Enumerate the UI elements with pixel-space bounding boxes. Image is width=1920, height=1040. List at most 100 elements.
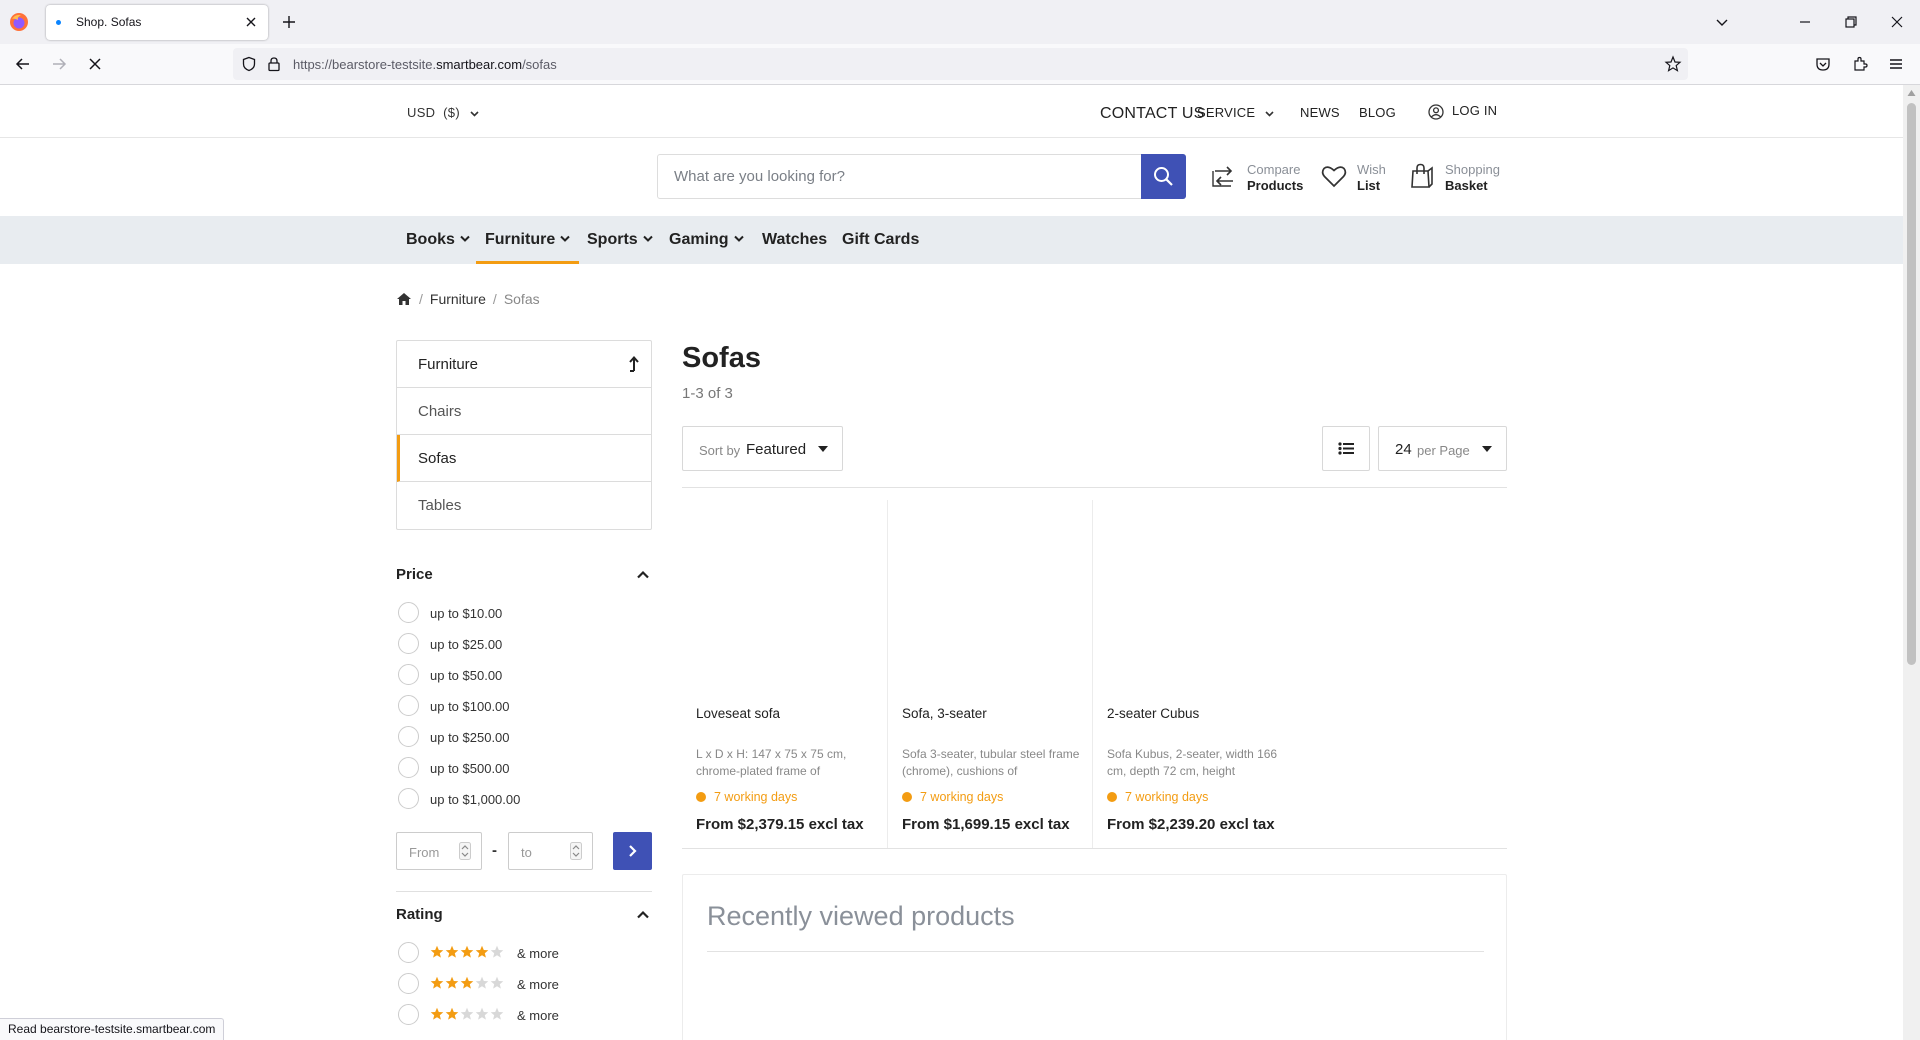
product-card[interactable]: Sofa, 3-seater Sofa 3-seater, tubular st… (887, 500, 1092, 848)
chevron-up-icon[interactable] (636, 570, 650, 579)
radio-button[interactable] (398, 1004, 419, 1025)
tab-close-icon[interactable] (243, 14, 259, 30)
url-text[interactable]: https://bearstore-testsite.smartbear.com… (293, 57, 557, 72)
list-view-button[interactable] (1322, 426, 1370, 471)
product-name[interactable]: Loveseat sofa (696, 706, 780, 721)
radio-button[interactable] (398, 695, 419, 716)
product-card[interactable]: Loveseat sofa L x D x H: 147 x 75 x 75 c… (682, 500, 887, 848)
sidebar-item-chairs[interactable]: Chairs (397, 388, 651, 435)
price-to-input[interactable]: to (508, 832, 593, 870)
product-description: Sofa Kubus, 2-seater, width 166 cm, dept… (1107, 747, 1278, 778)
delivery-status-dot (902, 792, 912, 802)
radio-button[interactable] (398, 633, 419, 654)
sidebar-item-sofas[interactable]: Sofas (397, 435, 651, 482)
star-empty-icon (490, 1007, 504, 1020)
new-tab-icon[interactable] (280, 13, 298, 31)
product-image[interactable] (1107, 500, 1283, 690)
firefox-icon[interactable] (9, 12, 29, 32)
forward-icon[interactable] (50, 55, 68, 73)
spinner-icon[interactable] (570, 842, 582, 860)
stop-loading-icon[interactable] (86, 55, 104, 73)
sort-dropdown[interactable]: Sort by Featured (682, 426, 843, 471)
price-facet-title[interactable]: Price (396, 566, 433, 583)
radio-button[interactable] (398, 973, 419, 994)
product-image[interactable] (902, 500, 1078, 690)
pocket-icon[interactable] (1814, 55, 1832, 73)
extensions-icon[interactable] (1851, 55, 1869, 73)
chevron-up-icon[interactable] (636, 910, 650, 919)
search-button[interactable] (1141, 154, 1186, 199)
star-empty-icon (475, 1007, 489, 1020)
back-icon[interactable] (14, 55, 32, 73)
chevron-down-icon (470, 110, 479, 117)
currency-selector[interactable]: USD ($) (407, 105, 479, 120)
service-label: SERVICE (1197, 105, 1256, 120)
scrollbar-thumb[interactable] (1907, 103, 1916, 665)
radio-button[interactable] (398, 726, 419, 747)
product-name[interactable]: 2-seater Cubus (1107, 706, 1199, 721)
app-menu-icon[interactable] (1887, 55, 1905, 73)
page-scrollbar[interactable] (1903, 85, 1920, 1040)
spinner-icon[interactable] (459, 842, 471, 860)
lock-icon[interactable] (266, 56, 282, 72)
nav-item-books[interactable]: Books (406, 216, 470, 264)
apply-price-button[interactable] (613, 832, 652, 870)
tracking-protection-icon[interactable] (241, 56, 257, 72)
product-name[interactable]: Sofa, 3-seater (902, 706, 987, 721)
category-filter-box: Furniture Chairs Sofas Tables (396, 340, 652, 530)
product-image[interactable] (696, 500, 872, 690)
compare-label-1: Compare (1247, 162, 1301, 177)
delivery-time: 7 working days (902, 790, 1003, 804)
list-all-tabs-icon[interactable] (1713, 13, 1731, 31)
radio-button[interactable] (398, 788, 419, 809)
nav-item-furniture[interactable]: Furniture (475, 216, 580, 264)
star-filled-icon (445, 945, 459, 958)
sidebar-item-tables[interactable]: Tables (397, 482, 651, 529)
parent-category-link[interactable]: Furniture (397, 341, 651, 388)
restore-icon[interactable] (1842, 13, 1860, 31)
breadcrumb-furniture-link[interactable]: Furniture (430, 291, 486, 307)
rating-facet-title[interactable]: Rating (396, 906, 443, 923)
chevron-down-icon (1265, 110, 1274, 117)
parent-category-label: Furniture (418, 356, 479, 373)
radio-button[interactable] (398, 664, 419, 685)
home-icon[interactable] (396, 292, 412, 306)
compare-products-button[interactable]: Compare Products (1210, 160, 1303, 196)
rating-option-label: & more (517, 1008, 559, 1023)
scroll-up-arrow-icon[interactable] (1907, 89, 1916, 97)
close-window-icon[interactable] (1888, 13, 1906, 31)
wish-label-2: List (1357, 178, 1381, 193)
wish-list-button[interactable]: Wish List (1320, 160, 1390, 196)
delivery-status-dot (1107, 792, 1117, 802)
product-grid-divider (682, 848, 1507, 849)
nav-item-gift-cards[interactable]: Gift Cards (842, 216, 919, 264)
star-filled-icon (460, 976, 474, 989)
product-card[interactable]: 2-seater Cubus Sofa Kubus, 2-seater, wid… (1092, 500, 1297, 848)
news-link[interactable]: NEWS (1300, 105, 1340, 120)
radio-button[interactable] (398, 757, 419, 778)
blog-link[interactable]: BLOG (1359, 105, 1396, 120)
minimize-icon[interactable] (1796, 13, 1814, 31)
currency-label: USD ($) (407, 105, 460, 120)
basket-label-2: Basket (1445, 178, 1488, 193)
browser-tab-active[interactable]: Shop. Sofas (46, 5, 268, 40)
nav-item-gaming[interactable]: Gaming (669, 216, 744, 264)
bookmark-star-icon[interactable] (1664, 55, 1682, 73)
chevron-right-icon (629, 845, 637, 857)
url-bar[interactable]: https://bearstore-testsite.smartbear.com… (233, 48, 1688, 80)
url-domain: smartbear.com (436, 57, 523, 72)
radio-button[interactable] (398, 602, 419, 623)
per-page-dropdown[interactable]: 24 per Page (1378, 426, 1507, 471)
service-menu[interactable]: SERVICE (1197, 105, 1274, 120)
search-input[interactable] (658, 155, 1142, 198)
category-nav: Books Furniture Sports Gaming Watches Gi… (0, 216, 1903, 264)
contact-us-link[interactable]: CONTACT US (1100, 105, 1205, 123)
radio-button[interactable] (398, 942, 419, 963)
shopping-basket-button[interactable]: Shopping Basket (1408, 160, 1503, 196)
nav-item-watches[interactable]: Watches (762, 216, 827, 264)
nav-item-sports[interactable]: Sports (587, 216, 653, 264)
breadcrumb-separator: / (419, 291, 423, 307)
caret-down-icon (818, 446, 828, 452)
price-from-input[interactable]: From (396, 832, 482, 870)
login-link[interactable]: LOG IN (1428, 103, 1497, 120)
